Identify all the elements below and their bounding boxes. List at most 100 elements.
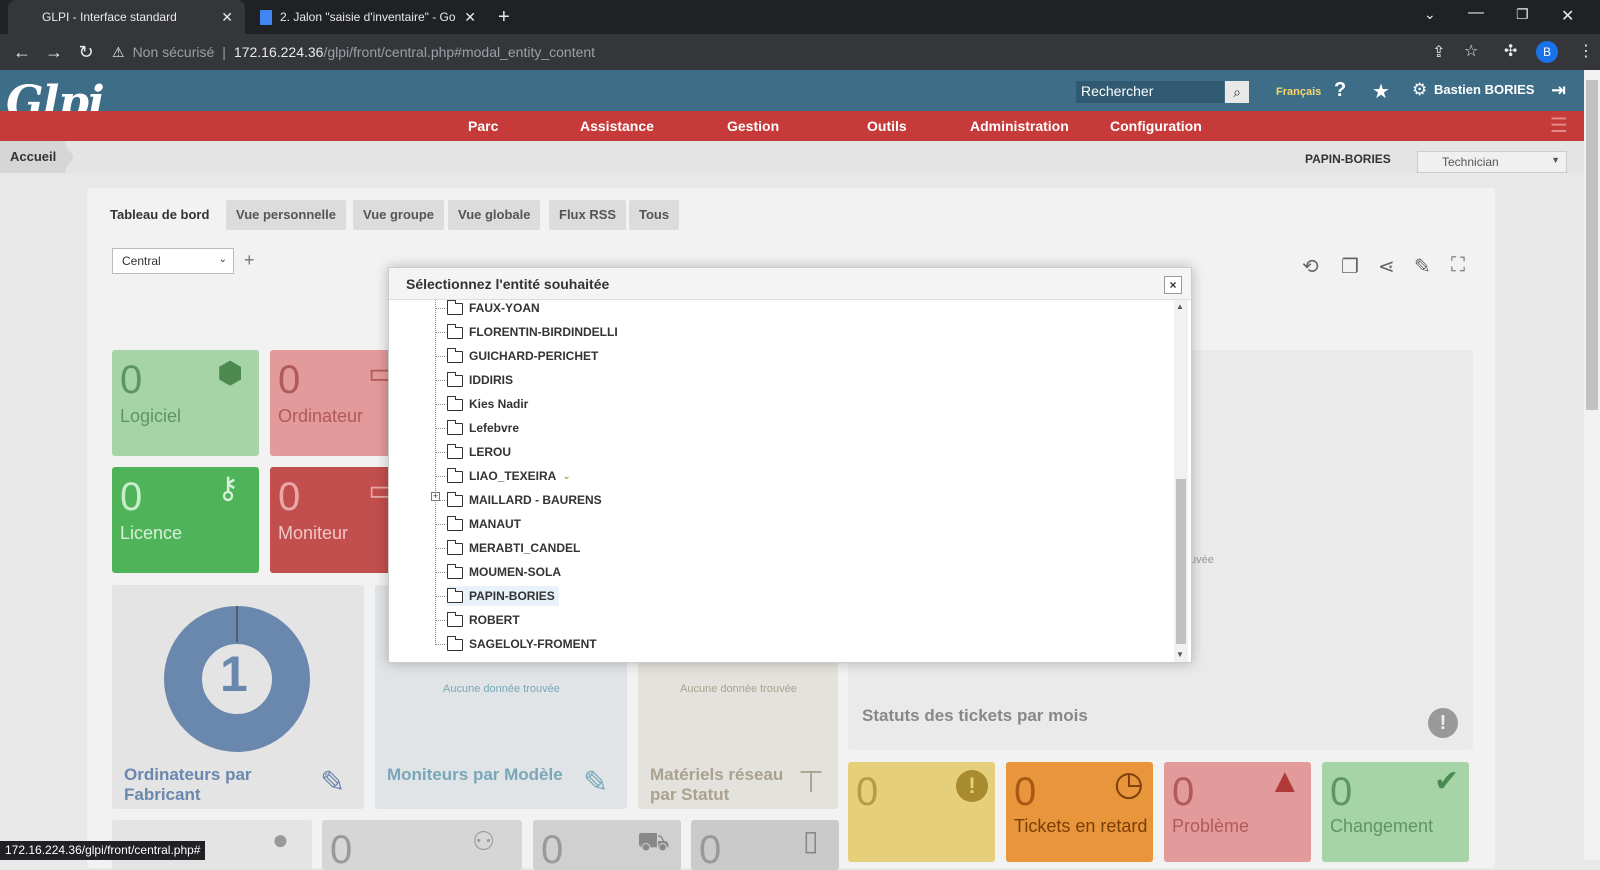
close-tab-icon[interactable]: ✕ xyxy=(221,9,233,26)
dashboard-selector[interactable]: Central ⌄ xyxy=(112,248,234,274)
tab-global-view[interactable]: Vue globale xyxy=(448,200,541,230)
menu-parc[interactable]: Parc xyxy=(468,118,498,134)
browser-tab-docs[interactable]: 2. Jalon "saisie d'inventaire" - Go ✕ xyxy=(248,0,488,34)
card-computer[interactable]: 0 Ordinateur ▭ xyxy=(270,350,390,456)
folder-icon xyxy=(447,444,463,459)
new-tab-icon[interactable]: + xyxy=(498,6,510,29)
cart-icon: ⛟ xyxy=(637,826,670,856)
tab-search-icon[interactable]: ⌄ xyxy=(1424,6,1436,23)
tree-node-selected[interactable]: PAPIN-BORIES xyxy=(447,586,559,606)
tree-node[interactable]: LEROU xyxy=(447,442,511,462)
gear-icon[interactable]: ⚙ xyxy=(1412,80,1427,100)
edit-icon[interactable]: ✎ xyxy=(583,765,608,800)
close-window-icon[interactable]: ✕ xyxy=(1561,6,1574,26)
chevron-down-icon[interactable]: ⌄ xyxy=(562,471,570,482)
tree-node[interactable]: Kies Nadir xyxy=(447,394,528,414)
share-icon[interactable]: ⇪ xyxy=(1432,42,1445,62)
tree-node[interactable]: FAUX-YOAN xyxy=(447,300,540,318)
tree-node[interactable]: LIAO_TEXEIRA ⌄ xyxy=(447,466,571,486)
favorites-star-icon[interactable]: ★ xyxy=(1372,79,1390,104)
tree-node[interactable]: ROBERT xyxy=(447,610,520,630)
entity-name: MOUMEN-SOLA xyxy=(469,565,561,579)
tab-rss[interactable]: Flux RSS xyxy=(549,200,627,230)
card-license[interactable]: 0 Licence ⚷ xyxy=(112,467,259,573)
card-document[interactable]: 0 ▯ xyxy=(691,820,839,870)
breadcrumb-arrow xyxy=(62,141,74,173)
browser-tab-glpi[interactable]: GLPI - Interface standard ✕ xyxy=(8,0,245,34)
tree-node[interactable]: MOUMEN-SOLA xyxy=(447,562,561,582)
search-input[interactable]: Rechercher xyxy=(1076,81,1224,103)
user-name[interactable]: Bastien BORIES xyxy=(1434,82,1534,97)
current-entity[interactable]: PAPIN-BORIES xyxy=(1305,152,1391,166)
menu-outils[interactable]: Outils xyxy=(867,118,907,134)
scroll-down-icon[interactable]: ▼ xyxy=(1176,650,1184,659)
page-scrollbar-thumb[interactable] xyxy=(1586,80,1598,410)
reload-icon[interactable]: ↻ xyxy=(76,42,96,62)
card-supplier[interactable]: 0 ⛟ xyxy=(533,820,681,870)
card-monitor[interactable]: 0 Moniteur ▭ xyxy=(270,467,390,573)
tab-personal-view[interactable]: Vue personnelle xyxy=(226,200,346,230)
tree-node[interactable]: MERABTI_CANDEL xyxy=(447,538,580,558)
tree-node[interactable]: MAILLARD - BAURENS xyxy=(447,490,602,510)
close-tab-icon[interactable]: ✕ xyxy=(464,9,476,26)
hamburger-icon[interactable]: ☰ xyxy=(1550,113,1568,138)
menu-gestion[interactable]: Gestion xyxy=(727,118,779,134)
menu-configuration[interactable]: Configuration xyxy=(1110,118,1202,134)
browser-menu-icon[interactable]: ⋮ xyxy=(1578,41,1594,61)
tree-node[interactable]: SAGELOLY-FROMENT xyxy=(447,634,597,654)
tab-dashboard[interactable]: Tableau de bord xyxy=(100,200,219,230)
card-count: 0 xyxy=(278,475,301,519)
edit-icon[interactable]: ✎ xyxy=(320,765,345,800)
search-icon[interactable]: ⌕ xyxy=(1225,81,1249,103)
extensions-icon[interactable]: ✣ xyxy=(1504,41,1517,61)
menu-assistance[interactable]: Assistance xyxy=(580,118,654,134)
card-change[interactable]: 0 Changement ✔ xyxy=(1322,762,1469,862)
modal-scrollbar-thumb[interactable] xyxy=(1176,479,1186,644)
folder-icon xyxy=(447,396,463,411)
card-software[interactable]: 0 Logiciel ⬢ xyxy=(112,350,259,456)
card-problem[interactable]: 0 Problème ▲ xyxy=(1164,762,1311,862)
menu-administration[interactable]: Administration xyxy=(970,118,1069,134)
minimize-icon[interactable]: — xyxy=(1468,4,1484,22)
language-link[interactable]: Français xyxy=(1276,86,1321,98)
key-icon: ⚷ xyxy=(217,472,239,505)
card-tickets[interactable]: 0 ! xyxy=(848,762,995,862)
profile-avatar[interactable]: B xyxy=(1536,41,1558,63)
tab-all[interactable]: Tous xyxy=(629,200,680,230)
tree-node[interactable]: GUICHARD-PERICHET xyxy=(447,346,598,366)
tree-node[interactable]: Lefebvre xyxy=(447,418,519,438)
help-icon[interactable]: ? xyxy=(1334,79,1346,102)
url-field[interactable]: ⚠ Non sécurisé | 172.16.224.36/glpi/fron… xyxy=(112,40,1352,64)
entity-name: MERABTI_CANDEL xyxy=(469,541,581,555)
edit-icon[interactable]: ✎ xyxy=(1414,254,1431,279)
tree-node[interactable]: IDDIRIS xyxy=(447,370,513,390)
fullscreen-icon[interactable]: ⛶ xyxy=(1451,254,1465,277)
restore-icon[interactable]: ❐ xyxy=(1516,6,1529,23)
profile-select[interactable]: Technician ▼ xyxy=(1417,151,1567,173)
clone-icon[interactable]: ❐ xyxy=(1341,254,1359,279)
add-dashboard-button[interactable]: + xyxy=(244,250,255,271)
back-icon[interactable]: ← xyxy=(12,42,32,62)
card-group[interactable]: 0 ⚇ xyxy=(322,820,522,870)
users-icon: ⚇ xyxy=(472,826,496,856)
forward-icon[interactable]: → xyxy=(44,42,64,62)
share-icon[interactable]: ⋖ xyxy=(1378,254,1395,279)
browser-tabbar: GLPI - Interface standard ✕ 2. Jalon "sa… xyxy=(0,0,1600,34)
expand-icon[interactable]: + xyxy=(431,492,440,501)
scroll-up-icon[interactable]: ▲ xyxy=(1176,302,1184,311)
bookmark-star-icon[interactable]: ☆ xyxy=(1464,41,1478,61)
card-count: 0 xyxy=(1330,770,1353,814)
tree-node[interactable]: MANAUT xyxy=(447,514,521,534)
close-icon[interactable]: × xyxy=(1164,276,1182,294)
address-bar-row: ← → ↻ ⚠ Non sécurisé | 172.16.224.36/glp… xyxy=(0,34,1600,70)
widget-computers-by-manufacturer: 1 Ordinateurs par Fabricant ✎ xyxy=(112,585,364,809)
card-late-tickets[interactable]: 0 Tickets en retard ◷ xyxy=(1006,762,1153,862)
logout-icon[interactable]: ⇥ xyxy=(1551,80,1566,101)
tree-node[interactable]: FLORENTIN-BIRDINDELLI xyxy=(447,322,618,342)
modal-title: Sélectionnez l'entité souhaitée xyxy=(406,276,610,292)
dashboard-selector-value: Central xyxy=(122,254,161,268)
tab-group-view[interactable]: Vue groupe xyxy=(353,200,445,230)
history-icon[interactable]: ⟲ xyxy=(1302,254,1319,279)
breadcrumb-home[interactable]: Accueil xyxy=(0,141,67,173)
warning-icon: ▲ xyxy=(1268,762,1302,800)
